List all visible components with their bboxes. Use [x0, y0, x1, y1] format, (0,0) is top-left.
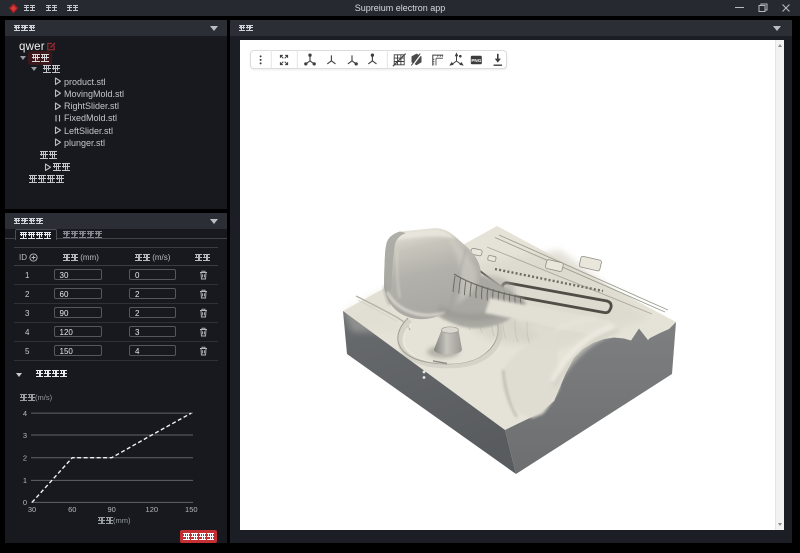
svg-text:90: 90: [108, 505, 116, 514]
svg-text:150: 150: [185, 505, 198, 514]
svg-text:60: 60: [68, 505, 76, 514]
svg-text:4: 4: [23, 409, 27, 418]
svg-text:PNG: PNG: [471, 58, 481, 63]
svg-text:3: 3: [23, 431, 27, 440]
svg-text:120: 120: [146, 505, 159, 514]
svg-text:0: 0: [23, 498, 27, 507]
svg-text:1: 1: [23, 476, 27, 485]
svg-text:2: 2: [23, 454, 27, 463]
svg-text:30: 30: [28, 505, 36, 514]
